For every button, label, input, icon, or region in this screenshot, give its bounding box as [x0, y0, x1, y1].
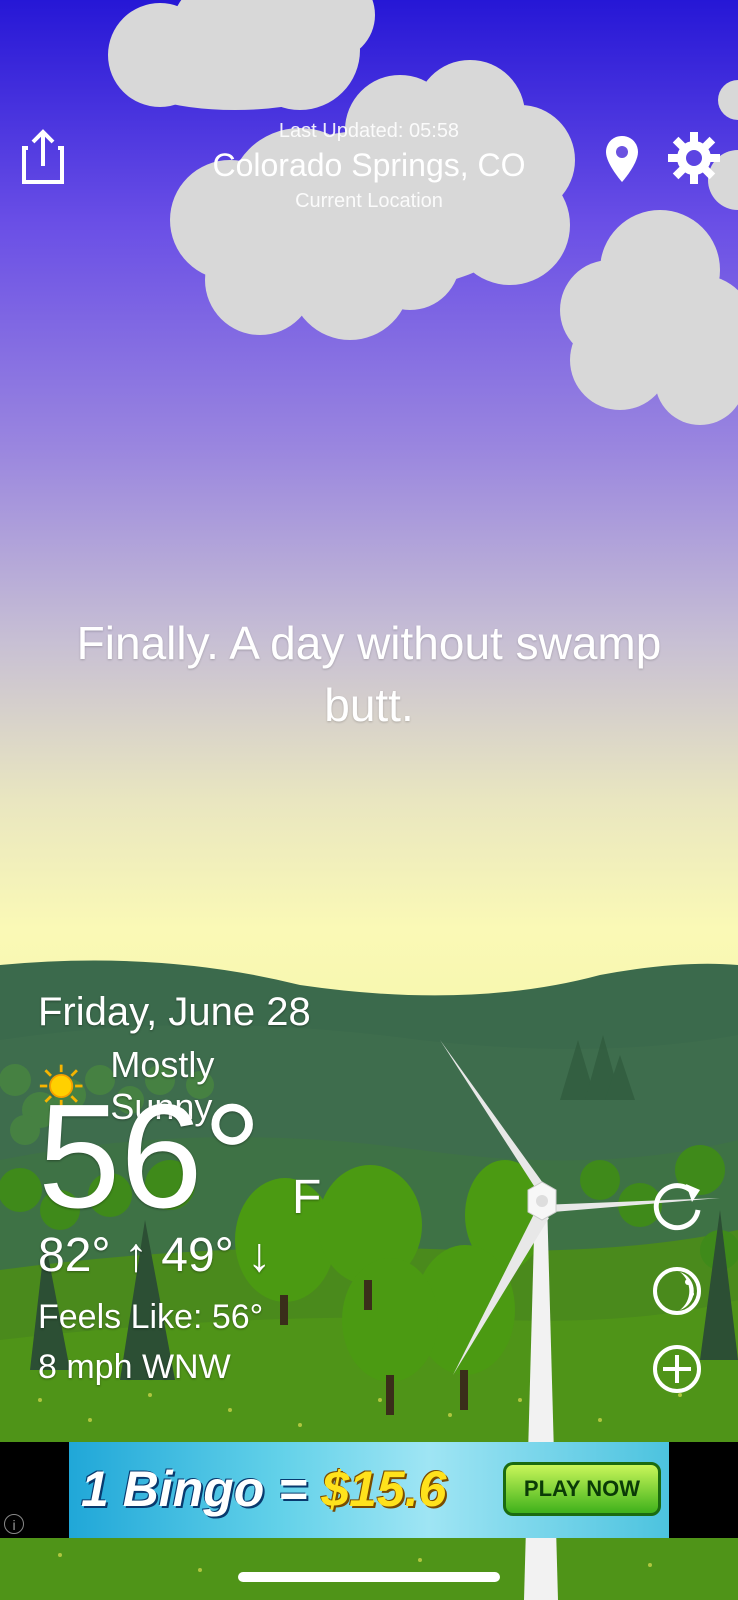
- location-subtitle: Current Location: [295, 190, 443, 212]
- add-location-button[interactable]: [650, 1342, 704, 1401]
- ad-banner[interactable]: 1 Bingo = $15.6 PLAY NOW: [69, 1442, 669, 1538]
- share-icon: [22, 129, 64, 184]
- low-temp: 49°: [161, 1229, 234, 1282]
- ad-info-icon[interactable]: i: [4, 1514, 24, 1534]
- current-temperature: 56°: [38, 1074, 262, 1239]
- weather-info: Friday, June 28 Mostly Sunny 56° F 82° ↑…: [38, 990, 321, 1386]
- ad-amount: $15.6: [321, 1461, 447, 1517]
- feels-like: Feels Like: 56°: [38, 1298, 264, 1336]
- ad-text: 1 Bingo = $15.6: [81, 1460, 446, 1518]
- location-header: Last Updated: 05:58 Colorado Springs, CO…: [160, 120, 578, 213]
- share-button[interactable]: [22, 128, 64, 189]
- refresh-button[interactable]: [650, 1180, 704, 1239]
- ad-play-now-button[interactable]: PLAY NOW: [503, 1462, 661, 1516]
- gear-icon: [668, 132, 720, 184]
- plus-circle-icon: [653, 1345, 701, 1393]
- arrow-up-icon: ↑: [123, 1229, 148, 1282]
- weather-quote: Finally. A day without swamp butt.: [76, 617, 662, 731]
- wind-speed: 8 mph WNW: [38, 1348, 231, 1386]
- arrow-down-icon: ↓: [247, 1229, 272, 1282]
- location-pin-icon: [606, 136, 638, 182]
- moon-button[interactable]: [650, 1264, 704, 1323]
- location-button[interactable]: [604, 134, 640, 189]
- high-temp: 82°: [38, 1229, 111, 1282]
- refresh-icon: [653, 1183, 701, 1231]
- ad-bar: 1 Bingo = $15.6 PLAY NOW i: [0, 1442, 738, 1538]
- date-label: Friday, June 28: [38, 990, 311, 1034]
- home-indicator[interactable]: [238, 1572, 500, 1582]
- temperature-unit[interactable]: F: [292, 1170, 321, 1225]
- last-updated: Last Updated: 05:58: [278, 120, 460, 142]
- ad-text-prefix: 1 Bingo =: [81, 1461, 322, 1517]
- settings-button[interactable]: [668, 132, 720, 189]
- high-low: 82° ↑ 49° ↓: [38, 1228, 271, 1283]
- city-name[interactable]: Colorado Springs, CO: [160, 147, 578, 184]
- moon-icon: [653, 1267, 701, 1315]
